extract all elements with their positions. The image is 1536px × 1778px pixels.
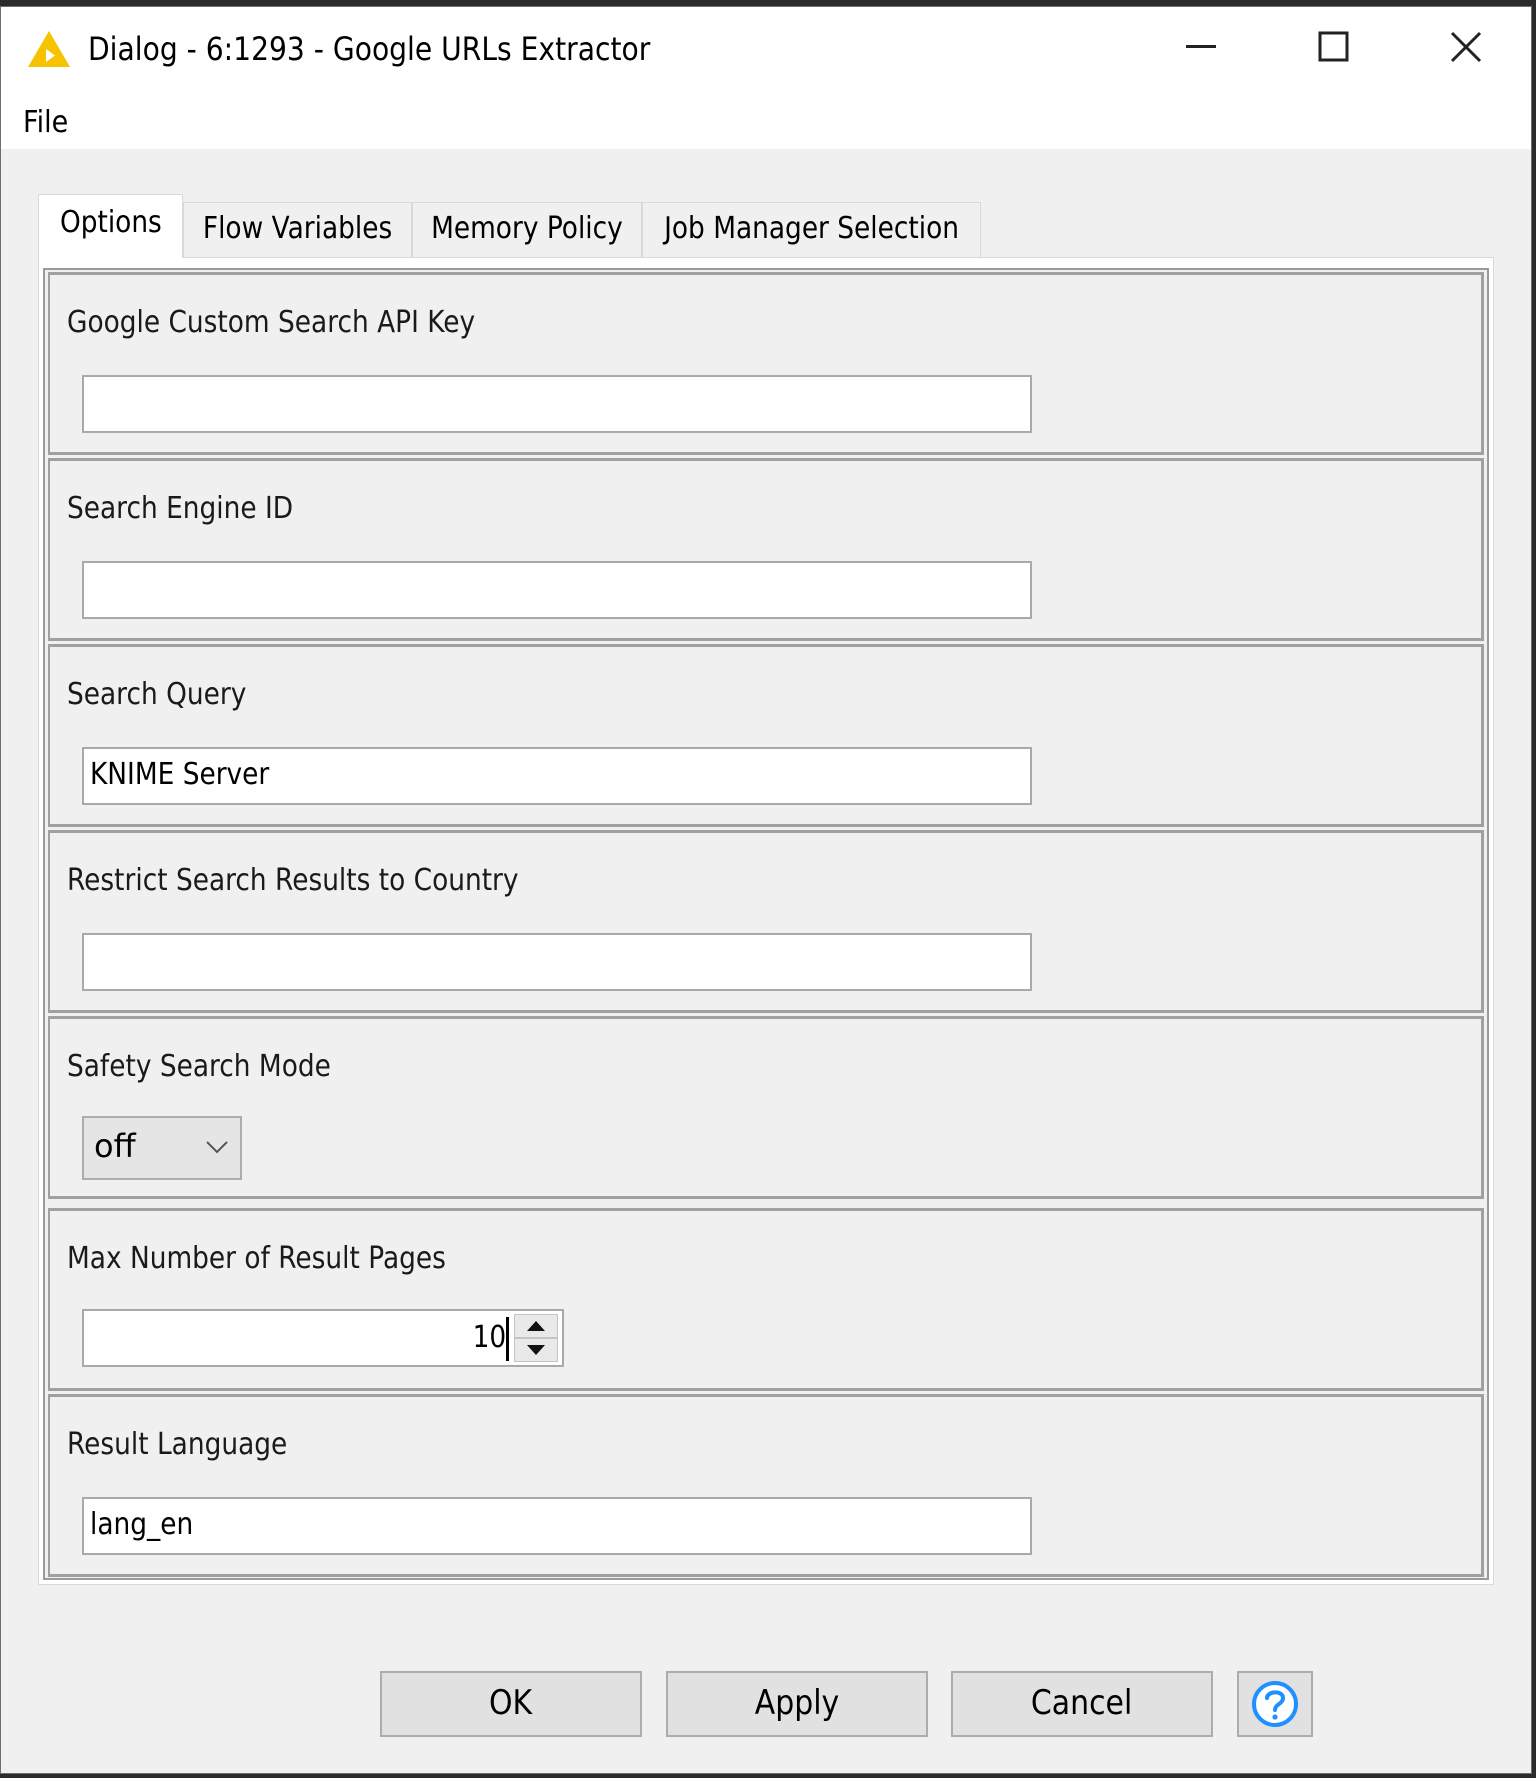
text-caret xyxy=(506,1317,509,1361)
safety-mode-value: off xyxy=(94,1127,136,1165)
safety-mode-panel: Safety Search Mode off xyxy=(48,1016,1484,1199)
api-key-panel: Google Custom Search API Key xyxy=(48,272,1484,455)
close-icon xyxy=(1450,31,1482,63)
cancel-button[interactable]: Cancel xyxy=(951,1671,1213,1737)
maximize-button[interactable] xyxy=(1268,7,1400,87)
country-input[interactable] xyxy=(82,933,1032,991)
knime-triangle-icon xyxy=(28,31,70,67)
search-query-input[interactable]: KNIME Server xyxy=(82,747,1032,805)
search-query-value: KNIME Server xyxy=(90,757,270,792)
tab-label: Job Manager Selection xyxy=(664,211,959,246)
window-title: Dialog - 6:1293 - Google URLs Extractor xyxy=(88,30,651,68)
menu-bar: File xyxy=(1,95,1531,149)
language-panel: Result Language lang_en xyxy=(48,1394,1484,1577)
help-button[interactable] xyxy=(1237,1671,1313,1737)
search-query-label: Search Query xyxy=(67,677,247,712)
country-panel: Restrict Search Results to Country xyxy=(48,830,1484,1013)
minimize-button[interactable] xyxy=(1136,7,1268,87)
title-bar[interactable]: Dialog - 6:1293 - Google URLs Extractor xyxy=(1,7,1531,95)
language-value: lang_en xyxy=(90,1507,194,1542)
help-question-icon xyxy=(1252,1681,1298,1727)
search-engine-id-label: Search Engine ID xyxy=(67,491,294,526)
tab-label: Options xyxy=(59,205,162,240)
dialog-window: Dialog - 6:1293 - Google URLs Extractor … xyxy=(0,6,1532,1774)
ok-button[interactable]: OK xyxy=(380,1671,642,1737)
ok-label: OK xyxy=(489,1683,533,1723)
arrow-down-icon xyxy=(527,1345,545,1355)
spinner-down-button[interactable] xyxy=(514,1338,558,1362)
maximize-icon xyxy=(1318,31,1349,62)
chevron-down-icon xyxy=(206,1141,228,1154)
tab-memory-policy[interactable]: Memory Policy xyxy=(412,202,642,258)
language-input[interactable]: lang_en xyxy=(82,1497,1032,1555)
search-query-panel: Search Query KNIME Server xyxy=(48,644,1484,827)
max-pages-panel: Max Number of Result Pages 10 xyxy=(48,1208,1484,1391)
safety-mode-label: Safety Search Mode xyxy=(67,1049,331,1084)
options-panel-group: Google Custom Search API Key Search Engi… xyxy=(43,268,1489,1580)
menu-file[interactable]: File xyxy=(23,105,68,141)
close-button[interactable] xyxy=(1400,7,1532,87)
api-key-input[interactable] xyxy=(82,375,1032,433)
language-label: Result Language xyxy=(67,1427,288,1462)
max-pages-value: 10 xyxy=(472,1320,506,1355)
apply-label: Apply xyxy=(754,1683,840,1723)
minimize-icon xyxy=(1186,45,1216,48)
tab-label: Flow Variables xyxy=(202,211,393,246)
max-pages-label: Max Number of Result Pages xyxy=(67,1241,446,1276)
options-tab-content: Google Custom Search API Key Search Engi… xyxy=(38,257,1494,1585)
search-engine-id-input[interactable] xyxy=(82,561,1032,619)
search-engine-id-panel: Search Engine ID xyxy=(48,458,1484,641)
max-pages-spinner[interactable]: 10 xyxy=(82,1309,564,1367)
tab-label: Memory Policy xyxy=(431,211,623,246)
tab-options[interactable]: Options xyxy=(38,194,183,258)
country-label: Restrict Search Results to Country xyxy=(67,863,519,898)
tab-flow-variables[interactable]: Flow Variables xyxy=(183,202,412,258)
apply-button[interactable]: Apply xyxy=(666,1671,928,1737)
spinner-up-button[interactable] xyxy=(514,1314,558,1338)
api-key-label: Google Custom Search API Key xyxy=(67,305,476,340)
cancel-label: Cancel xyxy=(1031,1683,1133,1723)
arrow-up-icon xyxy=(527,1321,545,1331)
tab-job-manager-selection[interactable]: Job Manager Selection xyxy=(642,202,981,258)
safety-mode-select[interactable]: off xyxy=(82,1116,242,1180)
